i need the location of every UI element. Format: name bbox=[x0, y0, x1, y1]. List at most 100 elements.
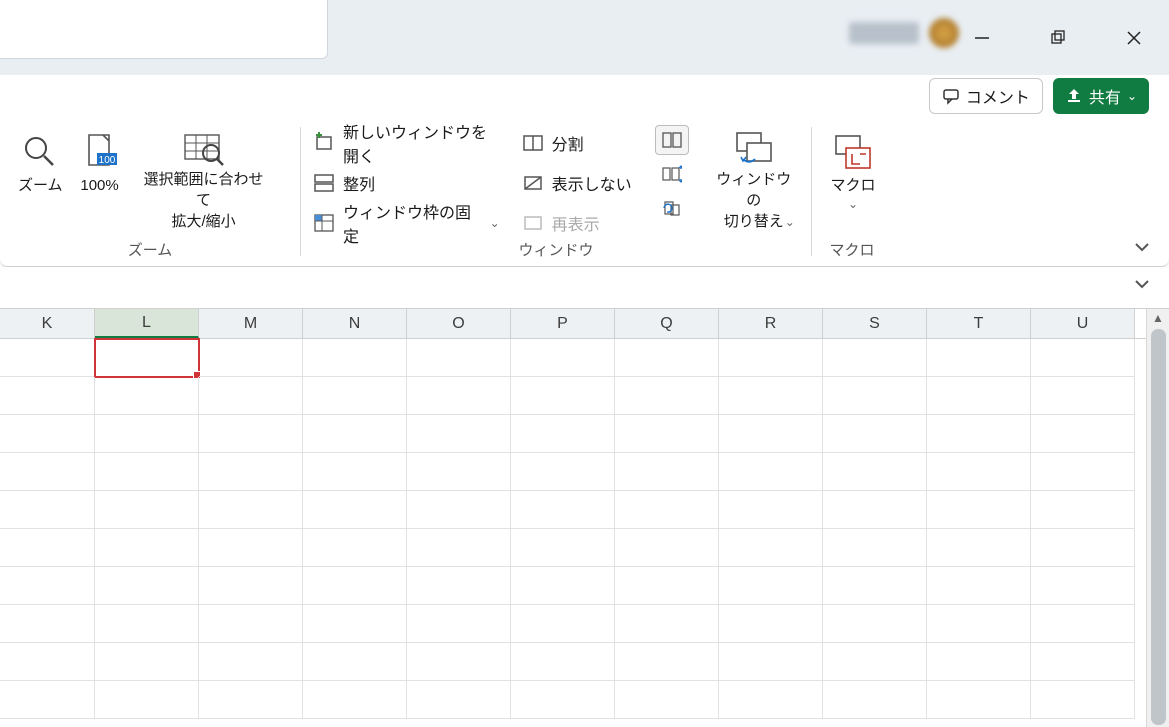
grid-cell[interactable] bbox=[1031, 339, 1135, 377]
grid-cell[interactable] bbox=[719, 377, 823, 415]
grid-cell[interactable] bbox=[511, 339, 615, 377]
grid-cell[interactable] bbox=[1031, 681, 1135, 719]
grid-cell[interactable] bbox=[407, 643, 511, 681]
share-button[interactable]: 共有 ⌄ bbox=[1053, 78, 1149, 114]
minimize-button[interactable] bbox=[962, 18, 1002, 58]
grid-cell[interactable] bbox=[95, 605, 199, 643]
grid-cell[interactable] bbox=[199, 605, 303, 643]
formula-bar-expand-button[interactable] bbox=[1133, 275, 1151, 293]
grid-cell[interactable] bbox=[719, 643, 823, 681]
column-header[interactable]: P bbox=[511, 309, 615, 338]
grid-cell[interactable] bbox=[407, 453, 511, 491]
grid-cell[interactable] bbox=[1031, 605, 1135, 643]
grid-cell[interactable] bbox=[199, 339, 303, 377]
grid-cell[interactable] bbox=[615, 491, 719, 529]
column-header[interactable]: O bbox=[407, 309, 511, 338]
grid-cell[interactable] bbox=[199, 491, 303, 529]
grid-cell[interactable] bbox=[719, 605, 823, 643]
grid-cell[interactable] bbox=[95, 567, 199, 605]
column-header[interactable]: R bbox=[719, 309, 823, 338]
grid-cell[interactable] bbox=[719, 339, 823, 377]
grid-cell[interactable] bbox=[95, 643, 199, 681]
view-side-by-side-button[interactable] bbox=[655, 125, 689, 155]
grid-cell[interactable] bbox=[719, 491, 823, 529]
grid-cell[interactable] bbox=[511, 643, 615, 681]
column-header[interactable]: L bbox=[95, 309, 199, 338]
grid-cell[interactable] bbox=[511, 377, 615, 415]
macros-button[interactable]: マクロ ⌄ bbox=[822, 125, 884, 235]
grid-cell[interactable] bbox=[1031, 415, 1135, 453]
grid-cell[interactable] bbox=[823, 491, 927, 529]
grid-cell[interactable] bbox=[1031, 377, 1135, 415]
grid-cell[interactable] bbox=[719, 681, 823, 719]
grid-cell[interactable] bbox=[199, 681, 303, 719]
reset-window-position-button[interactable] bbox=[655, 193, 689, 223]
freeze-panes-button[interactable]: ウィンドウ枠の固定 ⌄ bbox=[311, 205, 502, 241]
grid-cell[interactable] bbox=[95, 529, 199, 567]
grid-cell[interactable] bbox=[199, 567, 303, 605]
grid-cell[interactable] bbox=[511, 491, 615, 529]
grid-cell[interactable] bbox=[0, 415, 95, 453]
grid-cell[interactable] bbox=[303, 377, 407, 415]
column-header[interactable]: T bbox=[927, 309, 1031, 338]
grid-cell[interactable] bbox=[927, 643, 1031, 681]
grid-cell[interactable] bbox=[823, 377, 927, 415]
grid-cell[interactable] bbox=[615, 377, 719, 415]
grid-cell[interactable] bbox=[303, 681, 407, 719]
grid-cell[interactable] bbox=[511, 415, 615, 453]
scroll-up-arrow-icon[interactable]: ▲ bbox=[1152, 309, 1164, 327]
grid-cell[interactable] bbox=[407, 339, 511, 377]
grid-cell[interactable] bbox=[0, 567, 95, 605]
grid-cell[interactable] bbox=[407, 567, 511, 605]
search-box[interactable] bbox=[0, 0, 328, 59]
grid-cell[interactable] bbox=[0, 453, 95, 491]
grid-cell[interactable] bbox=[95, 491, 199, 529]
grid-cell[interactable] bbox=[303, 339, 407, 377]
grid-cell[interactable] bbox=[719, 453, 823, 491]
grid-cell[interactable] bbox=[823, 415, 927, 453]
hide-button[interactable]: 表示しない bbox=[520, 165, 637, 201]
grid-cell[interactable] bbox=[823, 339, 927, 377]
grid-cell[interactable] bbox=[0, 339, 95, 377]
grid-cell[interactable] bbox=[511, 567, 615, 605]
grid-cell[interactable] bbox=[823, 681, 927, 719]
grid-cell[interactable] bbox=[199, 453, 303, 491]
grid-cell[interactable] bbox=[303, 567, 407, 605]
grid-cell[interactable] bbox=[927, 567, 1031, 605]
column-header[interactable]: Q bbox=[615, 309, 719, 338]
grid-cell[interactable] bbox=[0, 643, 95, 681]
grid-cell[interactable] bbox=[407, 377, 511, 415]
grid-cell[interactable] bbox=[927, 415, 1031, 453]
grid-cell[interactable] bbox=[719, 529, 823, 567]
grid-cell[interactable] bbox=[95, 415, 199, 453]
grid-cell[interactable] bbox=[615, 681, 719, 719]
formula-bar[interactable] bbox=[0, 267, 1169, 309]
split-button[interactable]: 分割 bbox=[520, 125, 637, 161]
grid-cell[interactable] bbox=[407, 529, 511, 567]
grid-cell[interactable] bbox=[927, 605, 1031, 643]
grid-cell[interactable] bbox=[1031, 491, 1135, 529]
grid-cell[interactable] bbox=[303, 643, 407, 681]
switch-windows-button[interactable]: ウィンドウの 切り替え ⌄ bbox=[707, 125, 801, 235]
scrollbar-thumb[interactable] bbox=[1151, 329, 1166, 725]
grid-cell[interactable] bbox=[615, 567, 719, 605]
grid-cell[interactable] bbox=[719, 567, 823, 605]
grid-cell[interactable] bbox=[823, 567, 927, 605]
column-header[interactable]: U bbox=[1031, 309, 1135, 338]
grid-cell[interactable] bbox=[95, 681, 199, 719]
grid-cell[interactable] bbox=[927, 453, 1031, 491]
grid-cell[interactable] bbox=[927, 529, 1031, 567]
grid-cell[interactable] bbox=[407, 605, 511, 643]
column-header[interactable]: N bbox=[303, 309, 407, 338]
worksheet-grid[interactable]: KLMNOPQRSTU bbox=[0, 309, 1146, 727]
grid-cell[interactable] bbox=[511, 529, 615, 567]
close-button[interactable] bbox=[1114, 18, 1154, 58]
grid-cell[interactable] bbox=[511, 681, 615, 719]
grid-cell[interactable] bbox=[615, 339, 719, 377]
grid-cell[interactable] bbox=[719, 415, 823, 453]
grid-cell[interactable] bbox=[615, 605, 719, 643]
user-account-area[interactable] bbox=[849, 18, 959, 48]
grid-cell[interactable] bbox=[303, 605, 407, 643]
grid-cell[interactable] bbox=[927, 681, 1031, 719]
synchronous-scrolling-button[interactable] bbox=[655, 159, 689, 189]
